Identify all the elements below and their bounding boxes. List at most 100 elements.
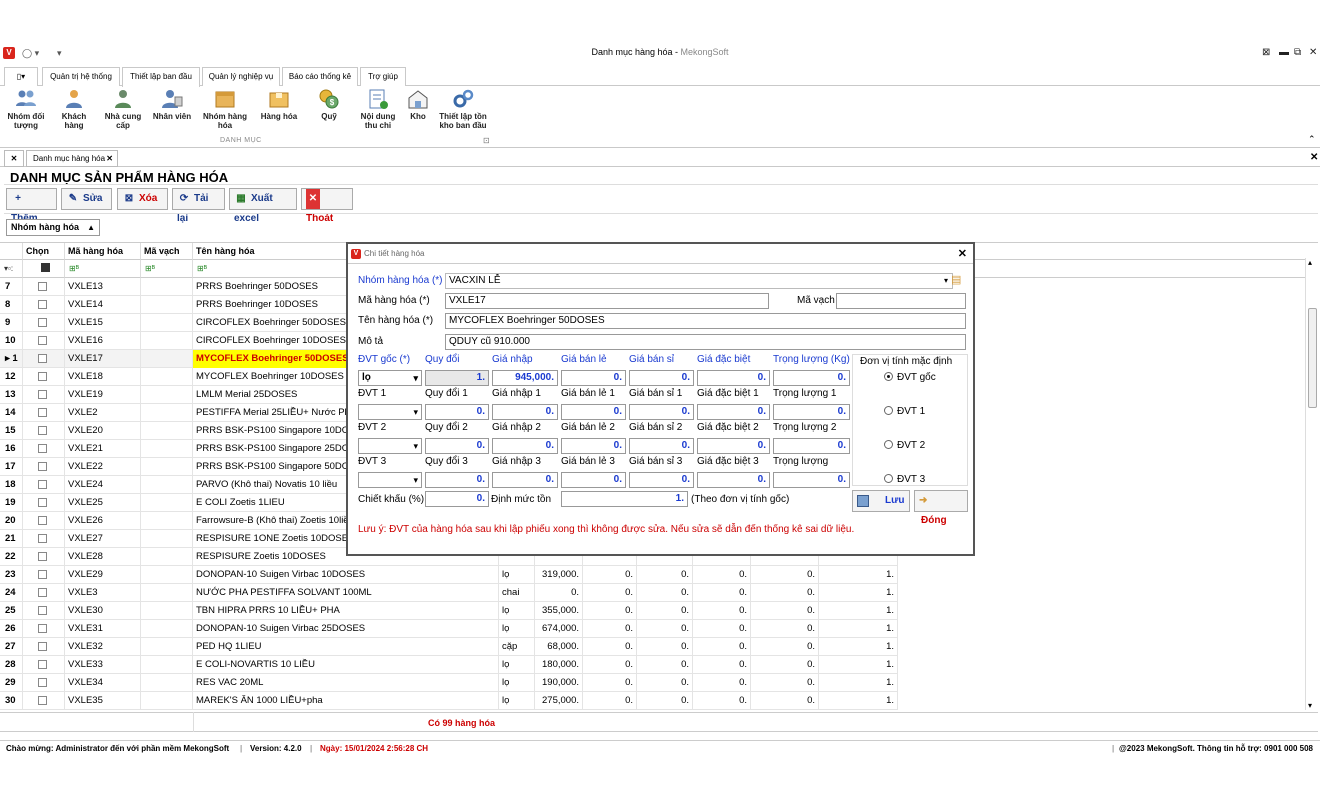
collapse-ribbon-icon[interactable]: ⌃ [1308,134,1316,145]
barcode-input[interactable] [836,293,966,309]
ribbon-button-income-expense[interactable]: Nội dung thu chi [356,88,400,130]
row-checkbox[interactable] [38,678,47,687]
group-filter-dropdown[interactable]: Nhóm hàng hóa ▲ [6,219,100,236]
tab-initial-setup[interactable]: Thiết lập ban đầu [122,67,200,87]
ribbon-button-employees[interactable]: Nhân viên [150,88,194,121]
tab-help[interactable]: Trợ giúp [360,67,406,86]
row-checkbox[interactable] [38,552,47,561]
row-checkbox[interactable] [38,336,47,345]
close-window-icon[interactable]: ✕ [1309,47,1317,58]
ribbon-button-suppliers[interactable]: Nhà cung cấp [100,88,146,130]
table-row[interactable]: 30 VXLE35 MAREK'S ĂN 1000 LIỀU+pha lọ 275,00… [0,692,898,710]
min-stock-input[interactable]: 1. [561,491,688,507]
unit-value-input[interactable]: 0. [773,472,850,488]
unit-value-input[interactable]: 0. [561,404,626,420]
table-row[interactable]: 26 VXLE31 DONOPAN-10 Suigen Virbac 25DOSES… [0,620,898,638]
row-checkbox[interactable] [38,588,47,597]
unit-value-input[interactable]: 0. [425,404,489,420]
tab-system-admin[interactable]: Quản trị hệ thống [42,67,120,86]
row-checkbox[interactable] [38,282,47,291]
close-all-tabs-icon[interactable]: ✕ [4,150,24,167]
table-row[interactable]: 28 VXLE33 E COLI-NOVARTIS 10 LIỀU lọ 180,000… [0,656,898,674]
unit-value-input[interactable]: 0. [629,404,694,420]
unit-dropdown[interactable] [358,472,422,488]
restore-layout-icon[interactable]: ⊠ [1262,47,1270,58]
ribbon-button-product-groups[interactable]: Nhóm hàng hóa [200,88,250,130]
save-button[interactable]: Lưu [852,490,910,512]
scroll-up-icon[interactable]: ▴ [1308,258,1312,267]
group-expand-icon[interactable]: ⊡ [483,136,490,145]
row-checkbox[interactable] [38,516,47,525]
exit-button[interactable]: ✕ Thoát [301,188,353,224]
row-checkbox[interactable] [38,606,47,615]
unit-value-input[interactable]: 0. [492,404,558,420]
filter-code[interactable]: ⊞ᴮ [65,260,141,278]
ribbon-button-object-groups[interactable]: Nhóm đối tượng [4,88,48,130]
close-document-icon[interactable]: ✕ [1310,152,1318,163]
row-checkbox[interactable] [38,534,47,543]
unit-dropdown[interactable] [358,438,422,454]
unit-value-input[interactable]: 0. [773,370,850,386]
code-input[interactable]: VXLE17 [445,293,769,309]
table-row[interactable]: 23 VXLE29 DONOPAN-10 Suigen Virbac 10DOSES… [0,566,898,584]
row-checkbox[interactable] [38,390,47,399]
filter-select-cell[interactable] [23,260,65,278]
unit-value-input[interactable]: 0. [492,438,558,454]
unit-value-input[interactable]: 0. [773,404,850,420]
unit-value-input[interactable]: 0. [697,438,770,454]
dialog-close-icon[interactable]: ✕ [958,244,967,264]
row-checkbox[interactable] [38,426,47,435]
scroll-thumb[interactable] [1308,308,1317,408]
add-group-icon[interactable]: ▤ [951,273,961,286]
delete-button[interactable]: ⊠ Xóa [117,188,168,210]
row-checkbox[interactable] [38,354,47,363]
header-barcode[interactable]: Mã vạch [141,243,193,260]
unit-value-input[interactable]: 0. [697,370,770,386]
row-checkbox[interactable] [38,642,47,651]
row-checkbox[interactable] [38,660,47,669]
radio-base-unit[interactable]: ĐVT gốc [884,372,936,383]
edit-button[interactable]: ✎ Sửa [61,188,112,210]
export-excel-button[interactable]: ▦ Xuất excel [229,188,297,224]
unit-dropdown[interactable]: lọ [358,370,422,386]
ribbon-button-customers[interactable]: Khách hàng [54,88,94,130]
row-checkbox[interactable] [38,696,47,705]
tab-operations[interactable]: Quản lý nghiệp vụ [202,67,280,86]
unit-value-input[interactable]: 0. [492,472,558,488]
header-code[interactable]: Mã hàng hóa [65,243,141,260]
ribbon-button-warehouse[interactable]: Kho [404,88,432,121]
ribbon-button-products[interactable]: Hàng hóa [256,88,302,121]
minimize-icon[interactable]: ▬ [1279,47,1289,58]
unit-value-input[interactable]: 0. [561,370,626,386]
unit-dropdown[interactable] [358,404,422,420]
unit-value-input[interactable]: 0. [629,370,694,386]
unit-value-input[interactable]: 0. [697,472,770,488]
radio-unit-1[interactable]: ĐVT 1 [884,406,925,417]
header-select[interactable]: Chọn [23,243,65,260]
row-checkbox[interactable] [38,444,47,453]
row-checkbox[interactable] [38,498,47,507]
row-checkbox[interactable] [38,372,47,381]
tab-reports[interactable]: Báo cáo thống kê [282,67,358,86]
unit-value-input[interactable]: 0. [561,472,626,488]
radio-unit-2[interactable]: ĐVT 2 [884,440,925,451]
app-menu-button[interactable]: ▯▾ [4,67,38,86]
table-row[interactable]: 25 VXLE30 TBN HIPRA PRRS 10 LIỀU+ PHA lọ 355… [0,602,898,620]
reload-button[interactable]: ⟳ Tải lại [172,188,225,224]
description-input[interactable]: QDUY cũ 910.000 [445,334,966,350]
row-checkbox[interactable] [38,300,47,309]
table-row[interactable]: 29 VXLE34 RES VAC 20ML lọ 190,000. 0. 0. 0. 0. 1. [0,674,898,692]
row-checkbox[interactable] [38,408,47,417]
unit-value-input[interactable]: 0. [773,438,850,454]
row-checkbox[interactable] [38,480,47,489]
doc-tab-products[interactable]: Danh mục hàng hóa ✕ [26,150,118,167]
table-row[interactable]: 27 VXLE32 PED HQ 1LIEU cặp 68,000. 0. 0. 0. 0. 1. [0,638,898,656]
row-checkbox[interactable] [38,570,47,579]
radio-unit-3[interactable]: ĐVT 3 [884,474,925,485]
add-button[interactable]: +Thêm [6,188,57,224]
unit-value-input[interactable]: 0. [629,472,694,488]
ribbon-button-opening-stock[interactable]: Thiết lập tồn kho ban đầu [436,88,490,130]
unit-value-input[interactable]: 0. [561,438,626,454]
name-input[interactable]: MYCOFLEX Boehringer 50DOSES [445,313,966,329]
unit-value-input[interactable]: 1. [425,370,489,386]
